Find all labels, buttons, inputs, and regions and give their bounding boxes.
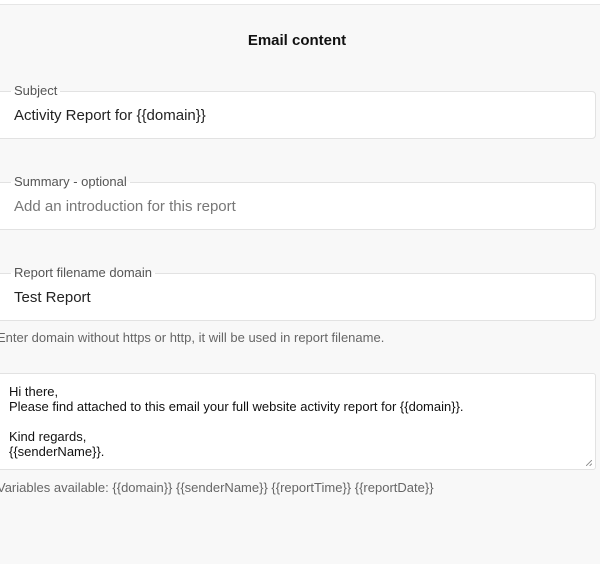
filename-field[interactable]: Report filename domain Test Report bbox=[0, 265, 596, 321]
summary-label: Summary - optional bbox=[11, 174, 130, 189]
variables-helper: Variables available: {{domain}} {{sender… bbox=[0, 480, 434, 495]
filename-helper: Enter domain without https or http, it w… bbox=[0, 330, 385, 345]
email-body-textarea[interactable]: Hi there, Please find attached to this e… bbox=[0, 373, 596, 470]
email-body-text: Hi there, Please find attached to this e… bbox=[9, 384, 464, 459]
subject-input[interactable]: Activity Report for {{domain}} bbox=[14, 107, 206, 124]
section-title: Email content bbox=[247, 32, 347, 49]
summary-field[interactable]: Summary - optional Add an introduction f… bbox=[0, 174, 596, 230]
subject-field[interactable]: Subject Activity Report for {{domain}} bbox=[0, 83, 596, 139]
filename-label: Report filename domain bbox=[11, 265, 156, 280]
summary-input[interactable]: Add an introduction for this report bbox=[14, 198, 236, 215]
resize-handle-icon[interactable] bbox=[586, 460, 592, 466]
subject-label: Subject bbox=[11, 83, 61, 98]
filename-input[interactable]: Test Report bbox=[14, 289, 91, 306]
